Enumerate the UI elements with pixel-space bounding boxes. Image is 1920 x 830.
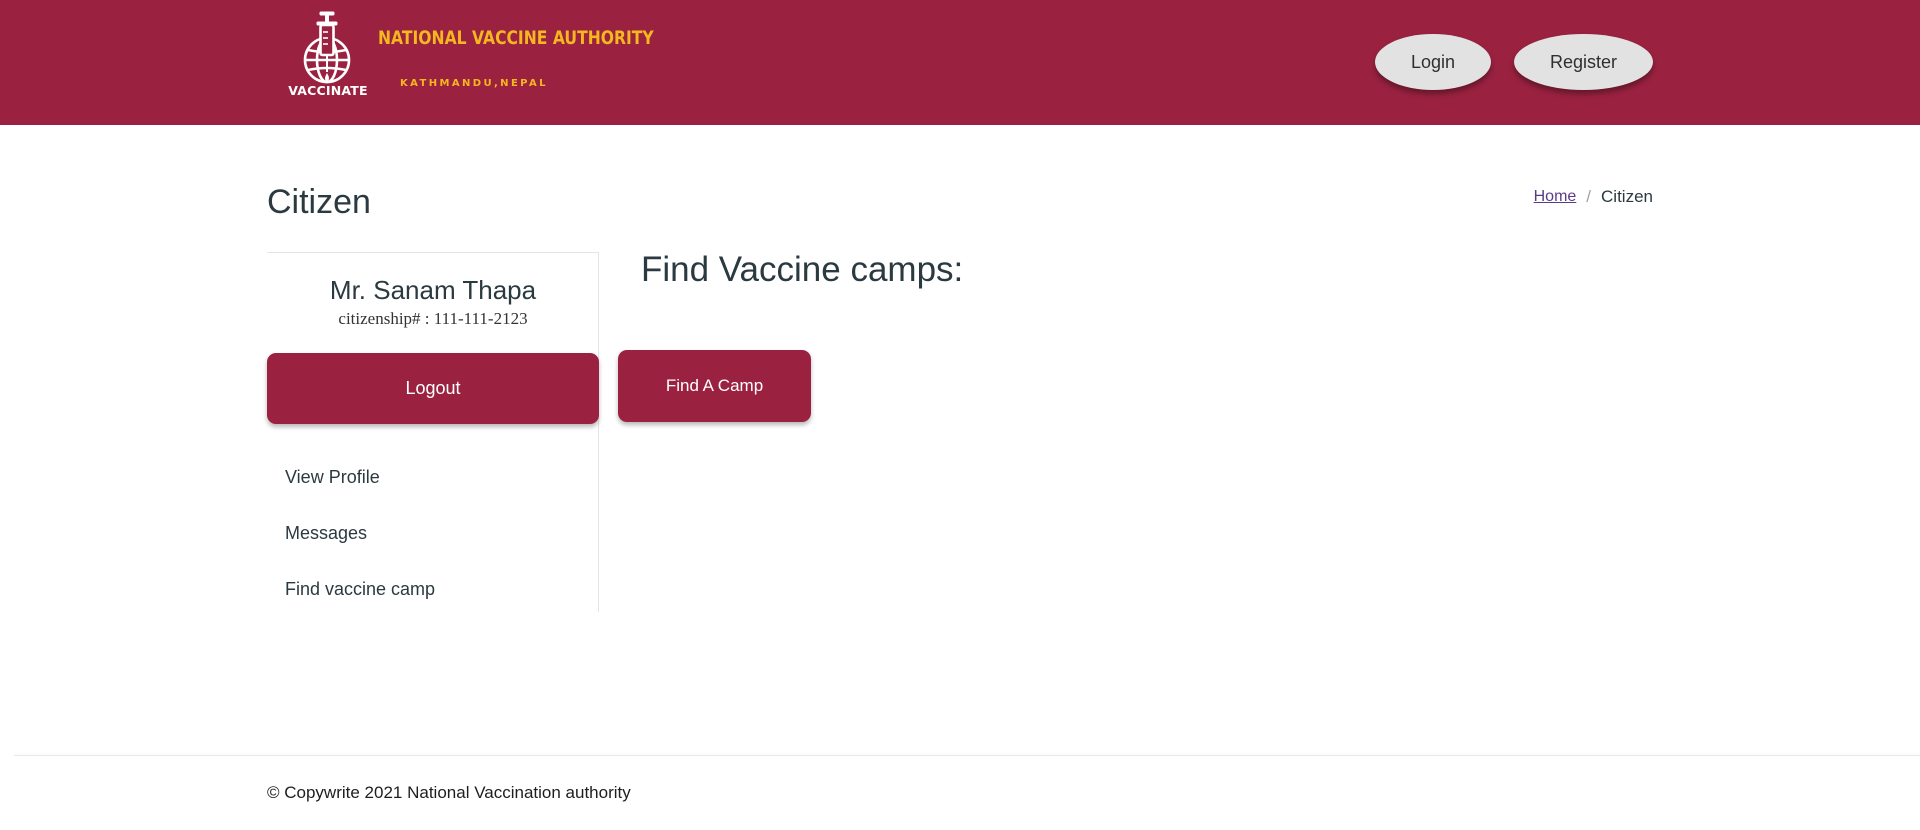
footer-copyright: © Copywrite 2021 National Vaccination au…	[267, 783, 631, 802]
sidebar-item-view-profile[interactable]: View Profile	[267, 449, 599, 505]
site-header: VACCINATE NATIONAL VACCINE AUTHORITY KAT…	[0, 0, 1920, 125]
main-heading: Find Vaccine camps:	[641, 250, 964, 289]
footer-divider	[14, 755, 1920, 756]
breadcrumb-separator: /	[1586, 187, 1592, 206]
citizenship-number: citizenship# : 111-111-2123	[338, 309, 528, 328]
profile-sidebar: Mr. Sanam Thapa citizenship# : 111-111-2…	[267, 252, 599, 612]
logo-wordmark: VACCINATE	[288, 83, 368, 98]
breadcrumb: Home / Citizen	[1534, 187, 1653, 207]
user-name: Mr. Sanam Thapa	[329, 275, 537, 305]
find-camp-button[interactable]: Find A Camp	[618, 350, 811, 422]
register-button[interactable]: Register	[1514, 34, 1653, 90]
brand-title: NATIONAL VACCINE AUTHORITY	[378, 27, 654, 49]
page-title: Citizen	[267, 183, 371, 221]
breadcrumb-home-link[interactable]: Home	[1534, 188, 1577, 206]
sidebar-item-messages[interactable]: Messages	[267, 505, 599, 561]
login-button[interactable]: Login	[1375, 34, 1491, 90]
sidebar-item-find-vaccine-camp[interactable]: Find vaccine camp	[267, 561, 599, 617]
breadcrumb-current: Citizen	[1601, 187, 1653, 206]
brand-subtitle: KATHMANDU,NEPAL	[400, 78, 548, 89]
sidebar-menu: View Profile Messages Find vaccine camp	[267, 449, 599, 617]
logout-button[interactable]: Logout	[267, 353, 599, 424]
